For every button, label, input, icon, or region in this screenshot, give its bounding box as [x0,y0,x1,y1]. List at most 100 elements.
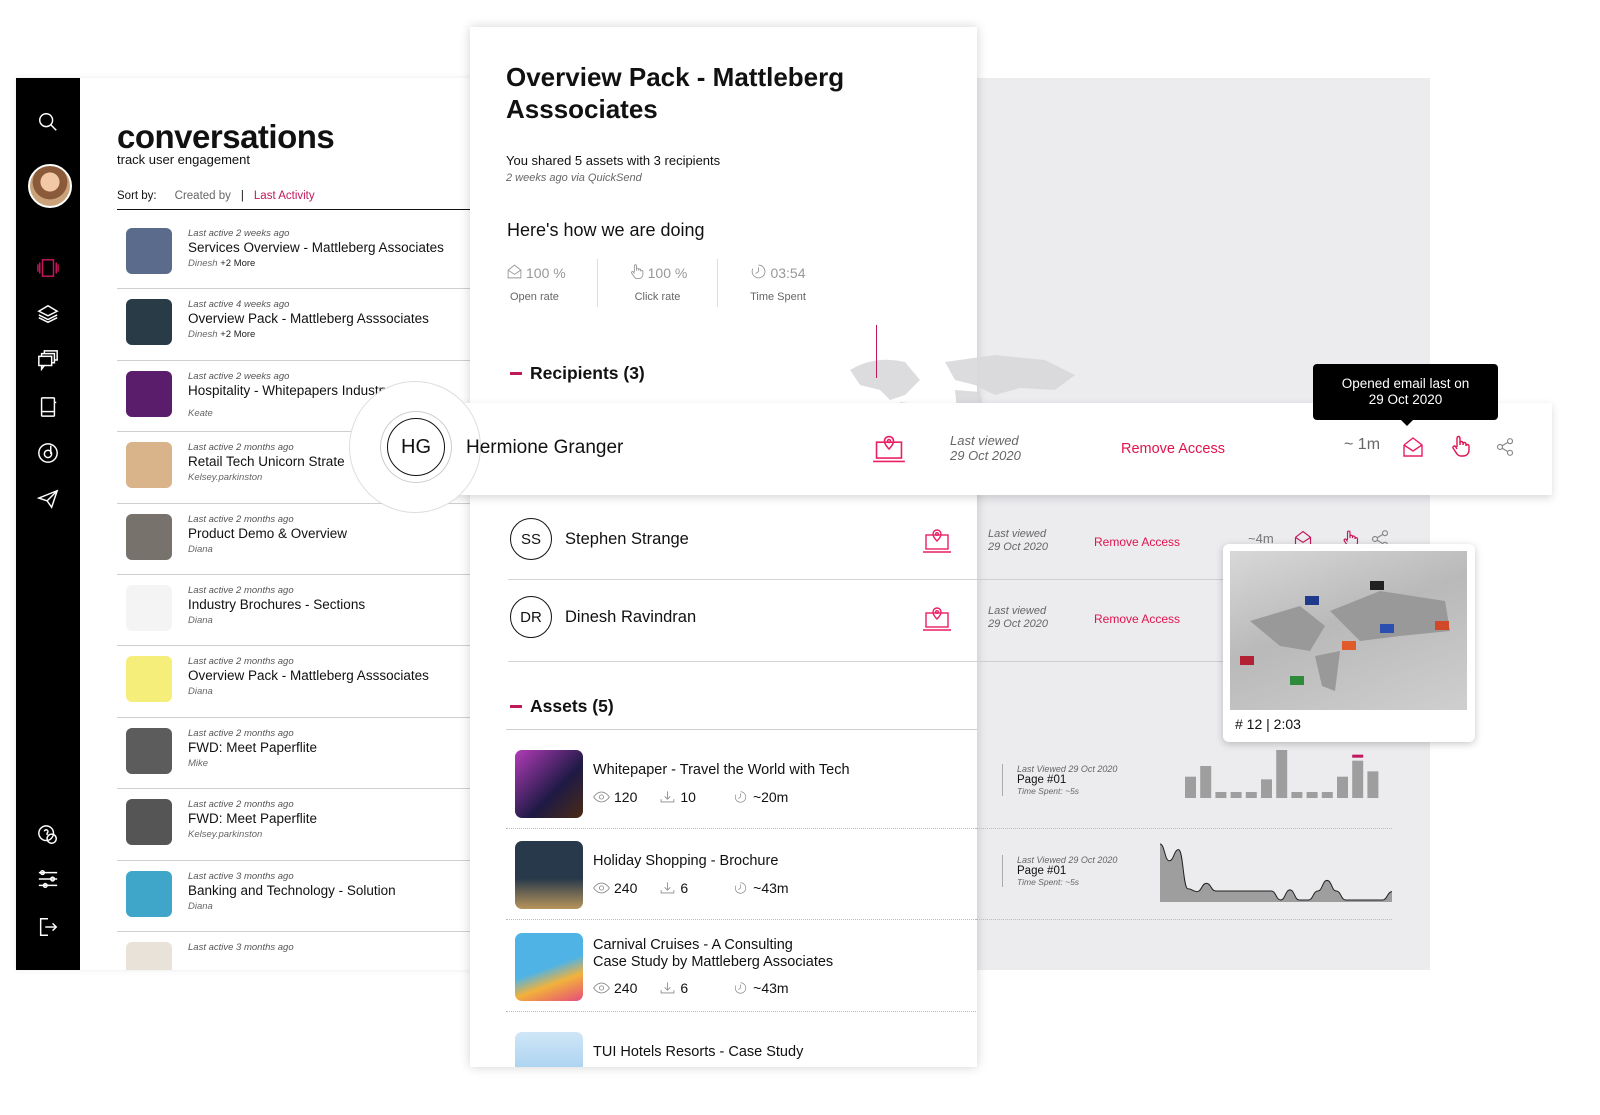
conversation-thumbnail [126,656,172,703]
time-spent-area-chart [1160,843,1392,902]
carousel-icon[interactable] [36,256,60,280]
conversation-item[interactable]: Last active 3 months ago [117,932,476,970]
logout-icon[interactable] [36,915,60,939]
remove-access-button[interactable]: Remove Access [1121,441,1225,457]
assets-section-toggle[interactable]: Assets (5) [510,696,614,717]
recipients-section-toggle[interactable]: Recipients (3) [510,363,645,384]
bar-page-9[interactable] [1306,792,1318,798]
laptop-location-icon[interactable] [872,433,906,465]
views-stat: 240 [593,880,637,896]
laptop-location-icon[interactable] [922,605,952,633]
asset-thumbnail [515,750,583,818]
bar-page-11[interactable] [1337,776,1348,798]
help-chat-icon[interactable] [36,823,60,847]
conversation-item[interactable]: Last active 2 months ago Industry Brochur… [117,575,476,647]
conversation-item[interactable]: Last active 2 months ago Product Demo & O… [117,504,476,575]
bar-page-8[interactable] [1291,792,1303,798]
conversation-thumbnail [126,513,172,560]
asset-row[interactable]: Carnival Cruises - A Consulting Case Stu… [506,920,976,1012]
search-icon[interactable] [36,110,60,134]
conversation-item[interactable]: Last active 2 months ago FWD: Meet Paperf… [117,718,476,790]
bar-page-3[interactable] [1215,792,1227,798]
bar-page-4[interactable] [1230,792,1242,798]
asset-row[interactable]: Holiday Shopping - Brochure 240 6 ~43m [506,829,976,920]
conversation-name: FWD: Meet Paperflite [188,811,318,827]
conversation-item[interactable]: Last active 4 weeks ago Overview Pack - M… [117,289,476,361]
asset-stats: 120 10 ~20m [593,789,788,805]
hand-pointer-icon [628,263,645,283]
sliders-icon[interactable] [36,867,60,891]
page-last-viewed: Last Viewed 29 Oct 2020 [1017,855,1118,865]
sort-created-by[interactable]: Created by [175,190,231,202]
stat-open-rate: 100 % Open rate [506,259,598,307]
page-info: Last Viewed 29 Oct 2020 Page #01 Time Sp… [1002,764,1117,796]
layers-icon[interactable] [36,302,60,326]
asset-name: Holiday Shopping - Brochure [593,853,779,869]
performance-heading: Here's how we are doing [507,220,705,240]
conversation-name: Overview Pack - Mattleberg Asssociates [188,668,429,684]
divider [506,729,977,730]
conversation-owner: Diana [188,900,213,912]
conversations-app: conversations track user engagement Sort… [16,78,476,970]
page-time-spent: Time Spent: ~5s [1017,877,1080,887]
page-views-bar-chart [1185,750,1379,798]
share-icon[interactable] [1495,437,1515,457]
time-spent-value: 03:54 [770,265,806,281]
asset-row[interactable]: Whitepaper - Travel the World with Tech … [506,738,976,829]
envelope-open-icon[interactable] [1401,435,1425,459]
remove-access-button[interactable]: Remove Access [1094,535,1180,549]
conversation-item[interactable]: Last active 3 months ago Banking and Tech… [117,861,476,932]
remove-access-button[interactable]: Remove Access [1094,612,1180,626]
asset-name: Whitepaper - Travel the World with Tech [593,762,850,778]
recipient-name: Dinesh Ravindran [565,608,697,626]
conversation-thumbnail [126,584,172,631]
page-info: Last Viewed 29 Oct 2020 Page #01 Time Sp… [1002,855,1117,887]
page-subtitle: track user engagement [117,152,250,167]
chat-stack-icon[interactable] [36,348,60,372]
target-icon[interactable] [36,441,60,465]
conversation-thumbnail [126,941,172,970]
conversation-name: Banking and Technology - Solution [188,882,396,898]
conversation-thumbnail [126,370,172,417]
recipient-row[interactable]: SS Stephen Strange [508,502,976,580]
conversation-item[interactable]: Last active 2 months ago Overview Pack - … [117,646,476,718]
bar-page-5[interactable] [1245,792,1257,798]
envelope-open-icon [506,263,523,283]
laptop-location-icon[interactable] [922,527,952,555]
conversation-last-active: Last active 2 weeks ago [188,370,290,382]
conversation-thumbnail [126,727,172,774]
recipients-heading: Recipients (3) [530,363,645,383]
email-opened-tooltip: Opened email last on 29 Oct 2020 [1313,364,1498,426]
clock-icon [750,263,767,283]
conversation-name: Industry Brochures - Sections [188,596,366,612]
conversation-item[interactable]: Last active 2 weeks ago Services Overview… [117,218,476,290]
bar-page-2[interactable] [1200,766,1212,798]
notebook-icon[interactable] [36,395,60,419]
conversation-last-active: Last active 2 months ago [188,656,294,668]
page-title: conversations [117,118,335,155]
clock-icon [734,791,747,803]
asset-stats: 240 6 ~43m [593,880,789,896]
conversation-item[interactable]: Last active 2 months ago FWD: Meet Paperf… [117,789,476,861]
asset-row[interactable]: TUI Hotels Resorts - Case Study [506,1012,976,1067]
click-rate-label: Click rate [634,291,681,303]
bar-page-1[interactable] [1185,776,1196,798]
collapse-icon [510,705,522,708]
bar-page-12[interactable] [1352,760,1364,798]
views-stat: 240 [593,980,637,996]
paper-plane-icon[interactable] [36,487,60,511]
conversation-thumbnail [126,228,172,274]
click-rate-value: 100 % [647,265,688,281]
bar-page-7[interactable] [1276,750,1288,798]
bar-page-6[interactable] [1261,779,1272,798]
conversation-owner: Diana [188,686,213,698]
view-duration: ~ 1m [1344,436,1381,453]
avatar[interactable] [28,164,72,208]
recipient-row[interactable]: DR Dinesh Ravindran [508,580,976,662]
sort-last-activity[interactable]: Last Activity [254,190,315,202]
bar-page-10[interactable] [1321,792,1333,798]
conversation-last-active: Last active 2 weeks ago [188,228,290,239]
hand-pointer-icon[interactable] [1448,434,1472,458]
conversation-thumbnail [126,799,172,846]
bar-page-13[interactable] [1367,771,1379,798]
